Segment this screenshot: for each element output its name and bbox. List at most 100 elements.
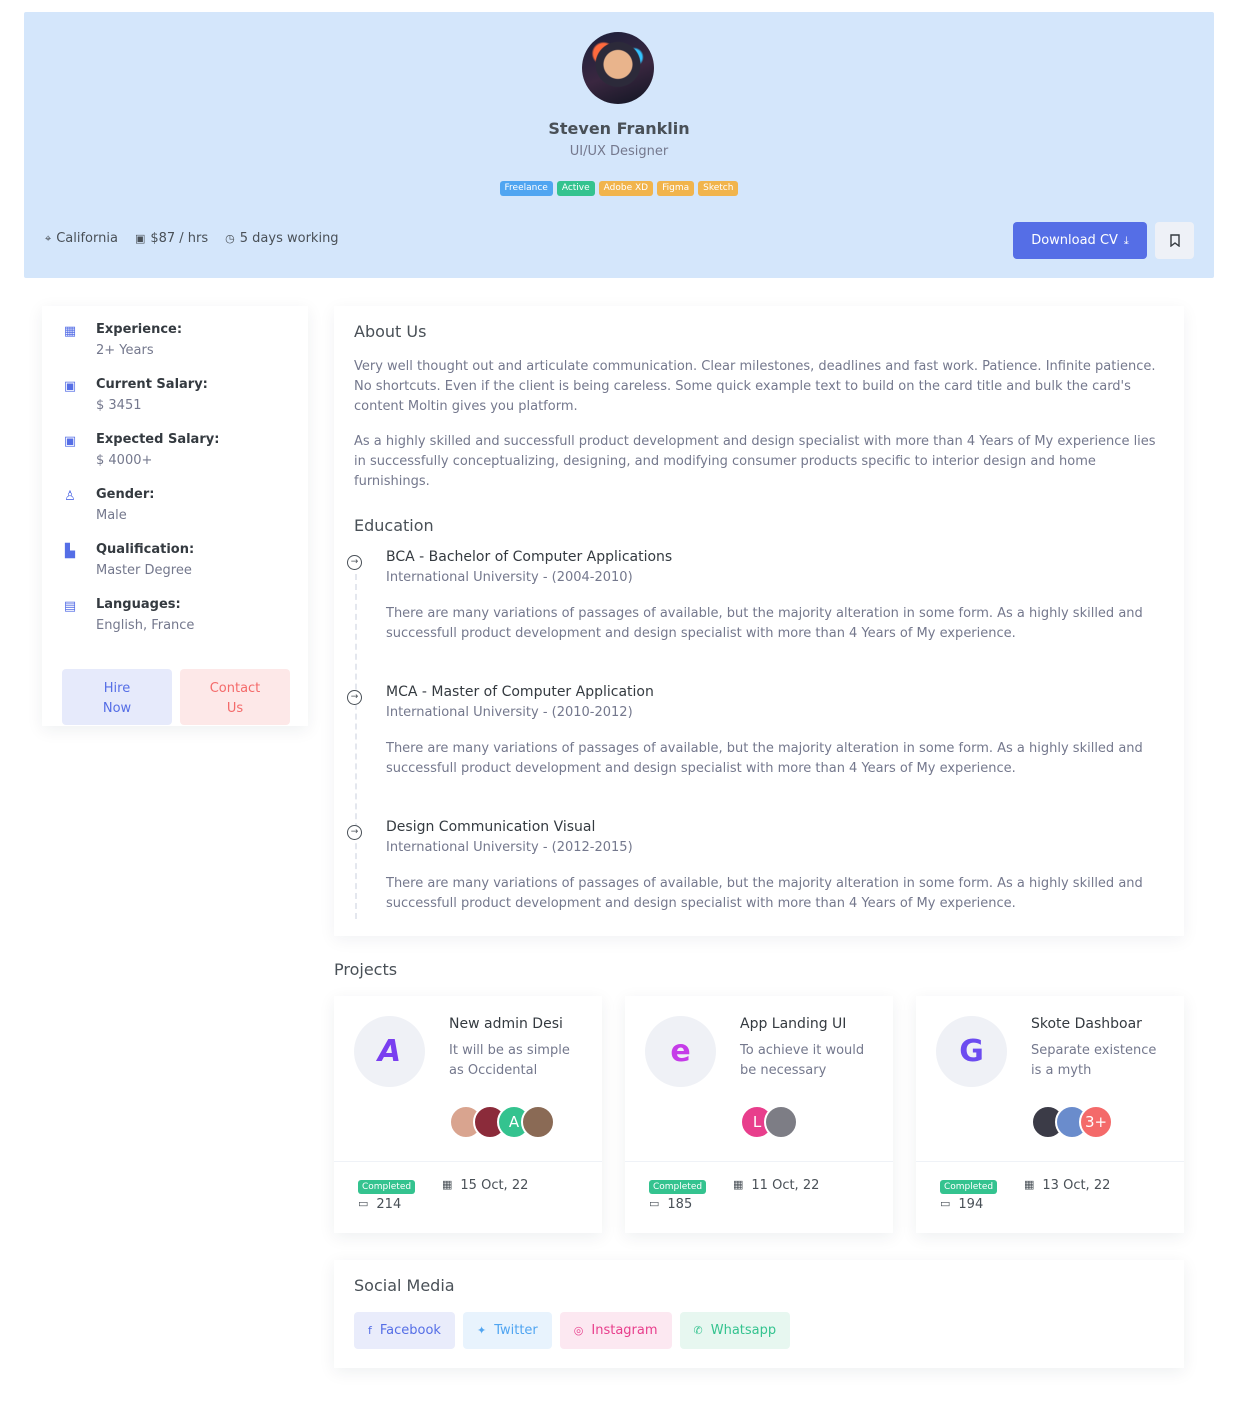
info-label: Experience: <box>96 322 183 337</box>
arrow-circle-icon: → <box>347 555 362 570</box>
whatsapp-button[interactable]: ✆ Whatsapp <box>679 1312 791 1349</box>
avatar-group: A <box>449 1105 555 1139</box>
project-date: ▦ 13 Oct, 22 <box>1024 1178 1110 1193</box>
date-text: 13 Oct, 22 <box>1042 1178 1111 1193</box>
education-item-desc: There are many variations of passages of… <box>386 741 1143 776</box>
profile-meta: ⌖ California ▣ $87 / hrs ◷ 5 days workin… <box>45 231 339 246</box>
project-footer <box>334 1161 602 1162</box>
skill-tag: Freelance <box>499 181 553 196</box>
social-title: Social Media <box>354 1276 455 1295</box>
info-row: ▙ Qualification: Master Degree <box>62 542 194 578</box>
comment-icon: ▭ <box>649 1197 660 1210</box>
comments-count: 185 <box>667 1197 693 1212</box>
calendar-icon: ▦ <box>442 1178 453 1191</box>
about-title: About Us <box>354 322 427 341</box>
calendar-icon: ▦ <box>1024 1178 1035 1191</box>
arrow-circle-icon: → <box>347 825 362 840</box>
rate-text: $87 / hrs <box>150 231 209 246</box>
translate-icon: ▤ <box>63 599 77 614</box>
info-row: ▦ Experience: 2+ Years <box>62 322 182 358</box>
bookmark-icon <box>1169 234 1180 247</box>
skill-tag: Adobe XD <box>598 181 654 196</box>
project-date: ▦ 15 Oct, 22 <box>442 1178 528 1193</box>
profile-name: Steven Franklin <box>548 119 690 138</box>
info-value: 2+ Years <box>96 343 154 358</box>
twitter-icon: ✦ <box>476 1324 487 1337</box>
project-comments: ▭ 214 <box>358 1197 401 1212</box>
about-paragraph: Very well thought out and articulate com… <box>354 359 1156 414</box>
schedule: ◷ 5 days working <box>225 231 338 246</box>
hire-now-button[interactable]: Hire Now <box>62 669 172 725</box>
project-logo: G <box>936 1016 1007 1087</box>
project-comments: ▭ 185 <box>649 1197 692 1212</box>
map-pin-icon: ⌖ <box>45 231 52 245</box>
book-icon: ▙ <box>65 544 75 559</box>
info-value: English, France <box>96 618 195 633</box>
projects-title: Projects <box>334 960 398 979</box>
comments-count: 194 <box>958 1197 984 1212</box>
project-name[interactable]: Skote Dashboar <box>1031 1016 1171 1032</box>
social-label: Twitter <box>494 1323 538 1338</box>
overview-sidebar: ▦ Experience: 2+ Years ▣ Current Salary: $ 34… <box>42 306 308 726</box>
info-text: Gender: Male <box>96 487 154 523</box>
contact-us-button[interactable]: Contact Us <box>180 669 290 725</box>
project-name[interactable]: App Landing UI <box>740 1016 880 1032</box>
member-avatar[interactable]: 3+ <box>1079 1105 1113 1139</box>
download-cv-button[interactable]: Download CV ⤓ <box>1013 222 1147 259</box>
facebook-icon: f <box>368 1324 372 1337</box>
education-item-sub: International University - (2004-2010) <box>386 570 633 585</box>
twitter-button[interactable]: ✦ Twitter <box>462 1312 552 1349</box>
avatar-group: L <box>740 1105 798 1139</box>
avatar-group: 3+ <box>1031 1105 1113 1139</box>
status-badge: Completed <box>649 1180 707 1194</box>
info-row: ▤ Languages: English, France <box>62 597 195 633</box>
about-paragraph: As a highly skilled and successfull prod… <box>354 434 1156 489</box>
social-media-card: Social Media f Facebook ✦ Twitter ◎ Instagram… <box>334 1260 1184 1368</box>
member-avatar[interactable] <box>764 1105 798 1139</box>
skill-tag: Figma <box>657 181 695 196</box>
education-item-title: BCA - Bachelor of Computer Applications <box>386 549 673 565</box>
project-comments: ▭ 194 <box>940 1197 983 1212</box>
project-card[interactable]: G Skote Dashboar Separate existence is a m… <box>916 996 1184 1233</box>
project-card[interactable]: e App Landing UI To achieve it would be ne… <box>625 996 893 1233</box>
project-date: ▦ 11 Oct, 22 <box>733 1178 819 1193</box>
education-item-title: MCA - Master of Computer Application <box>386 684 654 700</box>
info-label: Languages: <box>96 597 181 612</box>
project-card[interactable]: A New admin Desi It will be as simple as O… <box>334 996 602 1233</box>
skill-tag: Active <box>556 181 595 196</box>
info-value: Master Degree <box>96 563 192 578</box>
avatar <box>582 32 654 104</box>
info-text: Qualification: Master Degree <box>96 542 194 578</box>
project-desc: To achieve it would be necessary <box>740 1043 865 1078</box>
info-row: ♙ Gender: Male <box>62 487 154 523</box>
project-desc: Separate existence is a myth <box>1031 1043 1157 1078</box>
calendar-icon: ▦ <box>733 1178 744 1191</box>
money-icon: ▣ <box>134 232 146 245</box>
education-item-sub: International University - (2012-2015) <box>386 840 633 855</box>
social-label: Instagram <box>591 1323 658 1338</box>
project-logo: e <box>645 1016 716 1087</box>
info-text: Current Salary: $ 3451 <box>96 377 208 413</box>
bookmark-button[interactable] <box>1155 222 1194 259</box>
project-name[interactable]: New admin Desi <box>449 1016 589 1032</box>
skill-tags: Freelance Active Adobe XD Figma Sketch <box>24 181 1214 196</box>
project-logo: A <box>354 1016 425 1087</box>
money-icon: ▣ <box>63 379 77 394</box>
whatsapp-icon: ✆ <box>693 1324 703 1337</box>
member-avatar[interactable] <box>521 1105 555 1139</box>
info-label: Qualification: <box>96 542 195 557</box>
info-row: ▣ Expected Salary: $ 4000+ <box>62 432 220 468</box>
instagram-button[interactable]: ◎ Instagram <box>559 1312 672 1349</box>
info-text: Expected Salary: $ 4000+ <box>96 432 219 468</box>
profile-role: UI/UX Designer <box>569 144 669 159</box>
user-icon: ♙ <box>64 489 76 504</box>
clock-icon: ◷ <box>225 232 235 245</box>
status-badge: Completed <box>940 1180 998 1194</box>
profile-header: Steven Franklin UI/UX Designer Freelance… <box>24 12 1214 278</box>
calendar-icon: ▦ <box>63 324 77 339</box>
facebook-button[interactable]: f Facebook <box>354 1312 455 1349</box>
comment-icon: ▭ <box>940 1197 951 1210</box>
location-text: California <box>56 231 118 246</box>
schedule-text: 5 days working <box>239 231 339 246</box>
comments-count: 214 <box>376 1197 402 1212</box>
